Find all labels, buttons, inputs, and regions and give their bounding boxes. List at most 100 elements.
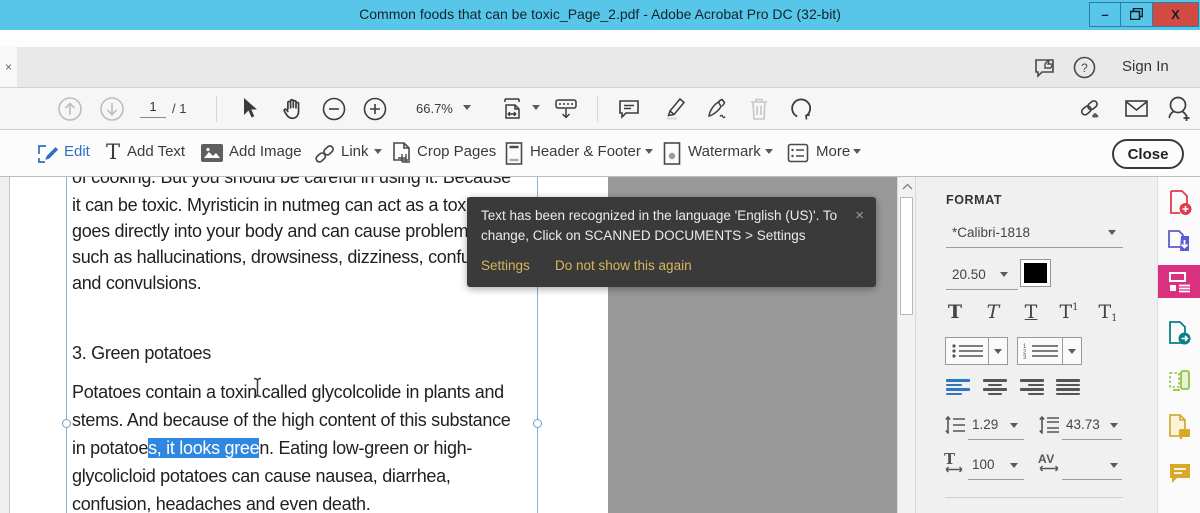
add-image-button[interactable]: Add Image — [229, 143, 302, 160]
align-right-button[interactable] — [1020, 377, 1044, 398]
format-panel: FORMAT *Calibri-1818 20.50 T T T T1 T1 — [916, 177, 1157, 513]
header-footer-button[interactable]: Header & Footer — [530, 143, 641, 160]
dismiss-link[interactable]: Do not show this again — [555, 258, 692, 273]
more-button[interactable]: More — [816, 143, 850, 160]
watermark-icon[interactable] — [662, 141, 682, 166]
add-text-button[interactable]: Add Text — [127, 143, 185, 160]
font-name-underline — [946, 247, 1123, 248]
italic-button[interactable]: T — [981, 301, 1005, 323]
superscript-button[interactable]: T1 — [1057, 301, 1081, 323]
font-size-caret[interactable] — [1000, 272, 1008, 277]
font-size-select[interactable]: 20.50 — [952, 267, 986, 282]
link-dropdown-caret[interactable] — [374, 149, 382, 154]
settings-link[interactable]: Settings — [481, 258, 530, 273]
header-footer-caret[interactable] — [645, 149, 653, 154]
more-icon[interactable] — [787, 143, 809, 163]
link-button[interactable]: Link — [341, 143, 369, 160]
restore-button[interactable] — [1120, 2, 1153, 27]
zoom-out-button[interactable] — [321, 96, 347, 122]
request-comments-tool[interactable] — [1158, 410, 1200, 443]
select-tool-icon[interactable] — [238, 96, 260, 122]
zoom-in-button[interactable] — [362, 96, 388, 122]
line-spacing-value[interactable]: 1.29 — [972, 417, 998, 432]
close-window-button[interactable]: X — [1152, 2, 1199, 27]
underline-button[interactable]: T — [1019, 301, 1043, 323]
edit-pdf-mode-icon[interactable] — [36, 142, 60, 166]
doc-text-line: it can be toxic. Myristicin in nutmeg ca… — [72, 195, 505, 222]
paragraph-spacing-caret[interactable] — [1110, 423, 1118, 428]
edit-pdf-tool-active[interactable] — [1158, 265, 1200, 298]
font-name-select[interactable]: *Calibri-1818 — [952, 225, 1030, 240]
previous-page-button[interactable] — [57, 96, 83, 122]
doc-text-line: of cooking. But you should be careful in… — [72, 177, 511, 194]
header-footer-icon[interactable] — [504, 141, 524, 166]
page-total-label: / 1 — [172, 101, 186, 116]
next-page-button[interactable] — [99, 96, 125, 122]
bullet-list-caret[interactable] — [994, 349, 1002, 354]
comment-tool[interactable] — [1158, 457, 1200, 490]
subscript-button[interactable]: T1 — [1096, 301, 1120, 324]
create-pdf-icon — [1167, 189, 1193, 216]
export-pdf-tool[interactable] — [1158, 224, 1200, 257]
vertical-scrollbar[interactable] — [897, 177, 916, 513]
left-pane-strip[interactable] — [0, 177, 10, 513]
bullet-list-button[interactable] — [945, 337, 1008, 365]
hand-tool-icon[interactable] — [280, 95, 307, 123]
numbered-list-button[interactable]: 123 — [1017, 337, 1082, 365]
page-number-input[interactable]: 1 — [140, 99, 166, 118]
paragraph-spacing-value[interactable]: 43.73 — [1066, 417, 1100, 432]
horizontal-scale-value[interactable]: 100 — [972, 457, 995, 472]
edit-button-label[interactable]: Edit — [64, 143, 90, 160]
scroll-up-icon[interactable] — [902, 183, 913, 190]
notification-close-icon[interactable]: × — [855, 207, 864, 224]
person-add-icon[interactable] — [1165, 95, 1193, 123]
document-workspace: of cooking. But you should be careful in… — [0, 177, 1200, 513]
export-pdf-icon — [1166, 227, 1193, 255]
feedback-icon[interactable] — [1034, 57, 1060, 79]
ibeam-cursor-icon — [252, 377, 263, 398]
horizontal-scale-caret[interactable] — [1010, 463, 1018, 468]
crop-organize-tool[interactable] — [1158, 364, 1200, 397]
email-icon[interactable] — [1123, 97, 1150, 120]
doc-text-line: glycolicloid potatoes can cause nausea, … — [72, 466, 451, 493]
send-share-tool[interactable] — [1158, 316, 1200, 349]
watermark-caret[interactable] — [765, 149, 773, 154]
bold-button[interactable]: T — [943, 301, 967, 323]
redo-icon[interactable] — [789, 96, 815, 122]
line-spacing-caret[interactable] — [1010, 423, 1018, 428]
close-edit-button[interactable]: Close — [1112, 139, 1184, 169]
kerning-caret[interactable] — [1110, 463, 1118, 468]
link-icon[interactable] — [313, 142, 337, 166]
close-tab-button[interactable]: × — [0, 47, 17, 87]
help-icon[interactable]: ? — [1073, 56, 1096, 79]
sign-in-button[interactable]: Sign In — [1122, 58, 1169, 75]
numbered-list-caret[interactable] — [1068, 349, 1076, 354]
create-pdf-tool[interactable] — [1158, 186, 1200, 219]
fill-sign-tool-icon[interactable] — [704, 95, 732, 123]
align-left-button[interactable] — [946, 377, 970, 398]
minimize-button[interactable]: – — [1089, 2, 1121, 27]
highlighter-tool-icon[interactable] — [661, 95, 689, 123]
watermark-button[interactable]: Watermark — [688, 143, 761, 160]
fit-width-icon[interactable] — [498, 95, 526, 123]
comment-tool-icon[interactable] — [616, 96, 642, 122]
share-link-icon[interactable] — [1077, 96, 1105, 122]
more-caret[interactable] — [853, 149, 861, 154]
doc-text-line: such as hallucinations, drowsiness, dizz… — [72, 247, 502, 274]
zoom-level-value[interactable]: 66.7% — [416, 101, 453, 116]
fit-dropdown-caret[interactable] — [532, 105, 540, 110]
font-name-caret[interactable] — [1108, 230, 1116, 235]
textbox-left-handle[interactable] — [62, 419, 71, 428]
scrolling-mode-icon[interactable] — [552, 95, 580, 123]
add-image-icon[interactable] — [200, 143, 224, 163]
crop-pages-button[interactable]: Crop Pages — [417, 143, 496, 160]
scrollbar-thumb[interactable] — [900, 197, 913, 315]
panel-divider — [945, 497, 1123, 498]
add-text-icon[interactable]: T — [106, 140, 120, 164]
zoom-dropdown-caret[interactable] — [463, 105, 471, 110]
align-justify-button[interactable] — [1056, 377, 1080, 398]
textbox-right-handle[interactable] — [533, 419, 542, 428]
align-center-button[interactable] — [983, 377, 1007, 398]
crop-pages-icon[interactable] — [391, 141, 413, 166]
font-color-swatch[interactable] — [1020, 259, 1051, 287]
